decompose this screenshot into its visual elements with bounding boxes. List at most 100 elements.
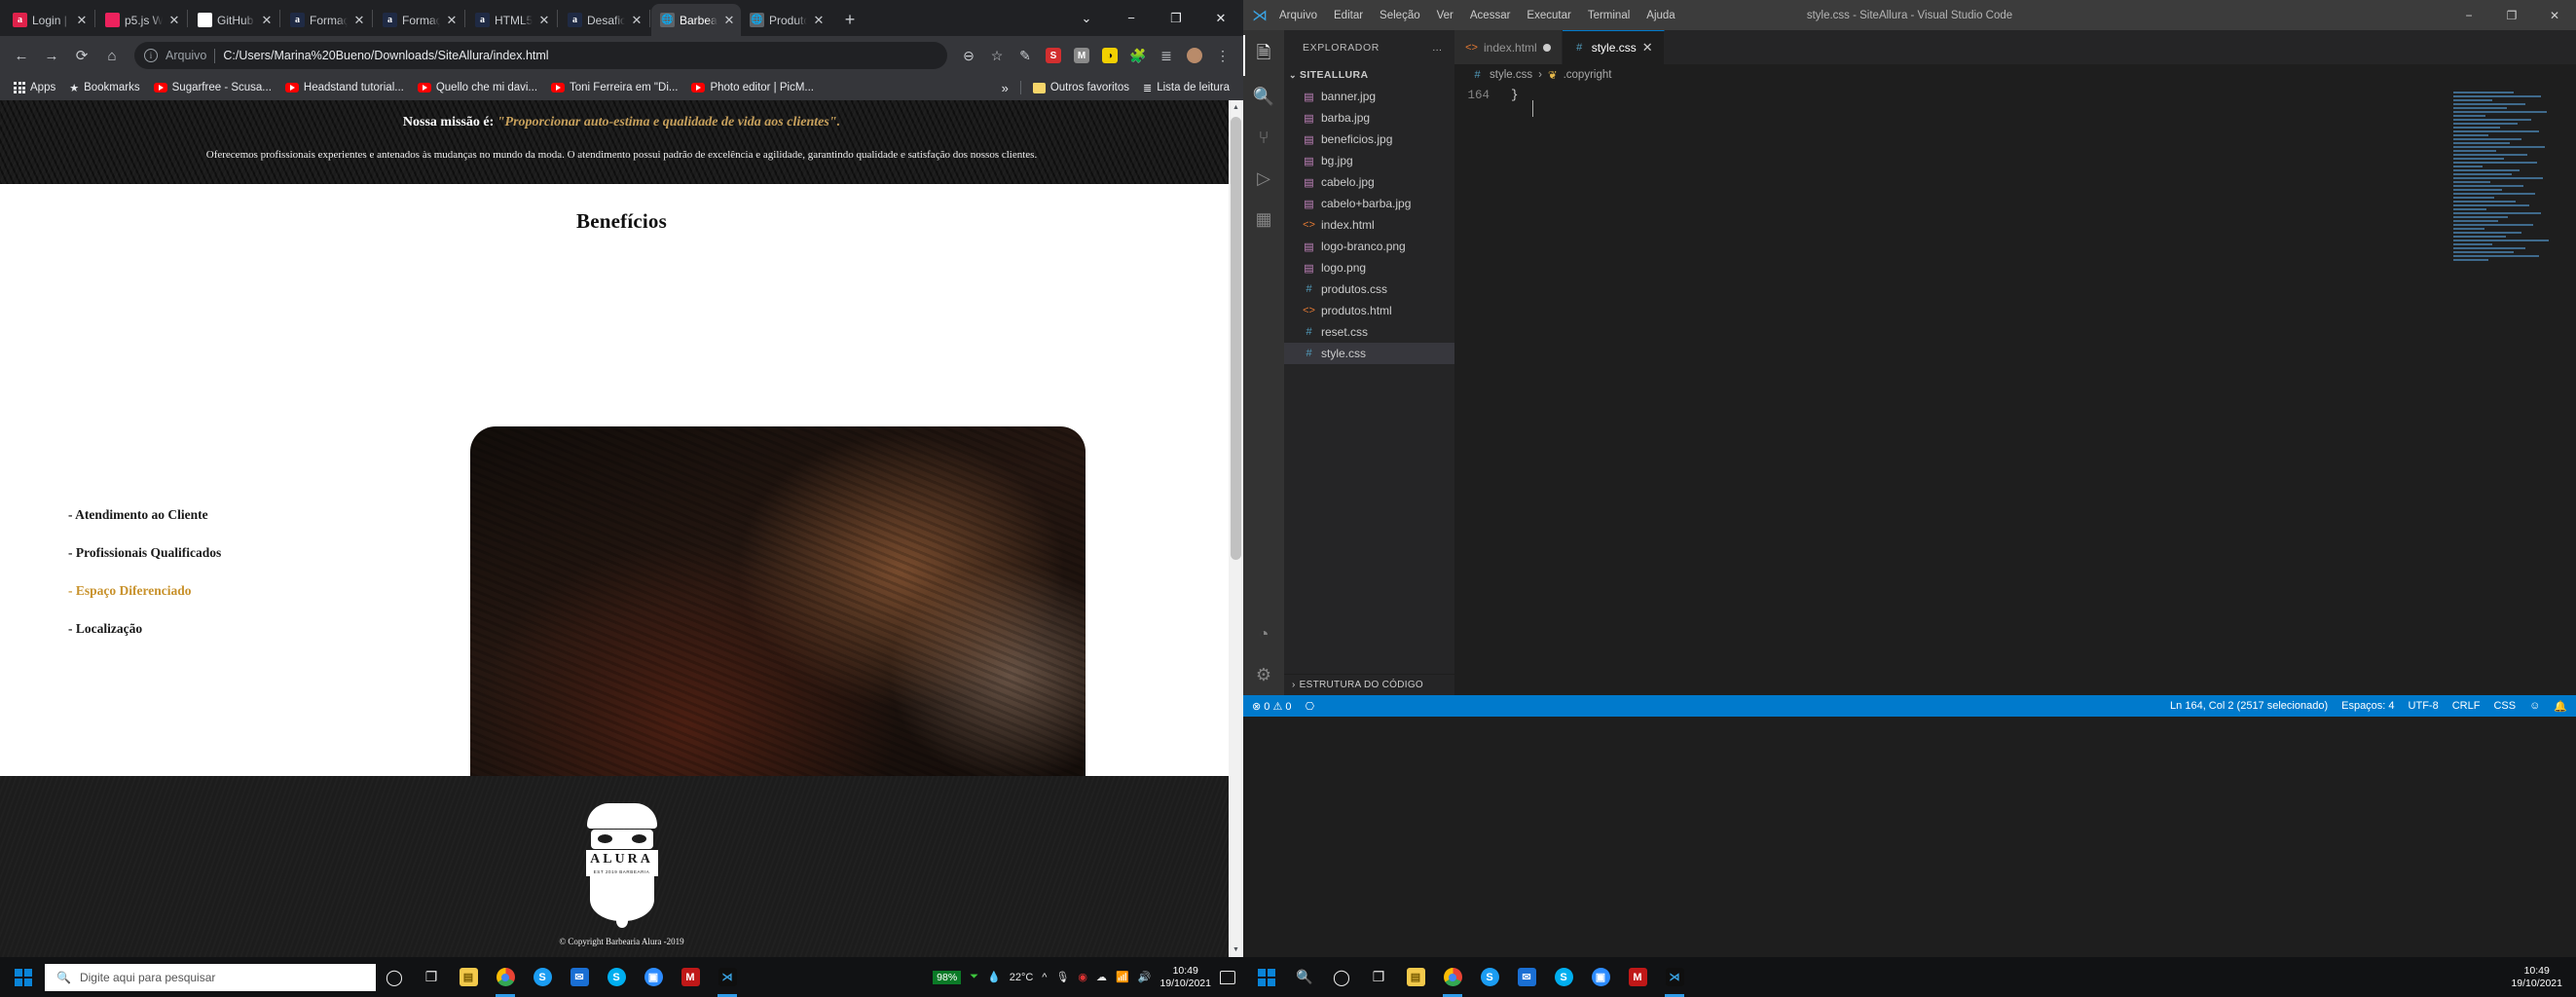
file-banner-jpg[interactable]: ▤ banner.jpg [1284, 86, 1454, 107]
start-button[interactable] [1247, 958, 1286, 997]
indent-setting[interactable]: Espaços: 4 [2341, 700, 2394, 712]
page-scrollbar[interactable]: ▲ ▼ [1229, 100, 1243, 957]
skype-app-icon[interactable]: S [524, 957, 561, 997]
zoom-out-icon[interactable]: ⊖ [956, 43, 981, 68]
extensions-icon[interactable]: ▦ [1243, 199, 1284, 240]
menu-acessar[interactable]: Acessar [1470, 10, 1511, 21]
cursor-position[interactable]: Ln 164, Col 2 (2517 selecionado) [2170, 700, 2328, 712]
reading-list-icon[interactable]: ≣ [1154, 43, 1179, 68]
editor-tab-index-html[interactable]: <> index.html [1454, 30, 1563, 64]
file-cabelo-barba-jpg[interactable]: ▤ cabelo+barba.jpg [1284, 193, 1454, 214]
onedrive-icon[interactable]: ☁ [1096, 971, 1107, 983]
file-explorer-icon[interactable]: ▤ [1397, 957, 1434, 997]
extension-m-icon[interactable]: M [1069, 43, 1094, 68]
file-bg-jpg[interactable]: ▤ bg.jpg [1284, 150, 1454, 171]
cortana-icon[interactable]: ◯ [376, 957, 413, 997]
chevron-up-icon[interactable]: ^ [1042, 972, 1047, 983]
cortana-icon[interactable]: ◯ [1323, 957, 1360, 997]
extension-puzzle-icon[interactable]: 🧩 [1125, 43, 1151, 68]
browser-tab-barbearia[interactable]: 🌐 Barbearia ✕ [651, 4, 741, 36]
extension-s-icon[interactable]: S [1041, 43, 1066, 68]
scrollbar-thumb[interactable] [1231, 117, 1241, 560]
network-icon[interactable]: 📶 [1116, 971, 1129, 983]
task-view-icon[interactable]: ❐ [413, 957, 450, 997]
back-icon[interactable]: ← [8, 42, 35, 69]
search-icon[interactable]: 🔍 [1286, 957, 1323, 997]
extension-yellow-icon[interactable]: ◑ [1097, 43, 1122, 68]
settings-gear-icon[interactable]: ⚙ [1243, 654, 1284, 695]
weather-icon[interactable]: 💧 [987, 971, 1001, 983]
feedback-icon[interactable]: ☺ [2529, 700, 2540, 712]
bookmark-apps[interactable]: Apps [8, 79, 61, 96]
zoom-icon[interactable]: ▣ [1582, 957, 1619, 997]
menu-arquivo[interactable]: Arquivo [1279, 10, 1317, 21]
browser-tab-desafio[interactable]: a Desafio t ✕ [559, 4, 648, 36]
workspace-root-row[interactable]: ⌄ SITEALLURA [1284, 64, 1454, 86]
tab-list-icon[interactable]: ⌄ [1064, 3, 1109, 34]
taskbar-clock[interactable]: 10:49 19/10/2021 [2511, 965, 2576, 990]
bookmarks-overflow-icon[interactable]: » [996, 79, 1014, 97]
file-barba-jpg[interactable]: ▤ barba.jpg [1284, 107, 1454, 129]
skype-icon[interactable]: S [1545, 957, 1582, 997]
browser-tab-formacao-2[interactable]: a Formaçã ✕ [374, 4, 463, 36]
tab-close-icon[interactable]: ✕ [75, 13, 89, 28]
bookmark-quello[interactable]: Quello che mi davi... [412, 79, 543, 96]
tab-close-icon[interactable]: ✕ [352, 13, 366, 28]
mic-icon[interactable]: 🎙 [1055, 971, 1069, 983]
account-icon[interactable]: ◔ [1243, 613, 1284, 654]
new-tab-button[interactable]: + [836, 6, 864, 33]
reload-icon[interactable]: ⟳ [68, 42, 95, 69]
browser-tab-github[interactable]: ◉ GitHub ✕ [189, 4, 278, 36]
source-control-icon[interactable]: ⑂ [1243, 117, 1284, 158]
menu-ver[interactable]: Ver [1437, 10, 1454, 21]
home-icon[interactable]: ⌂ [98, 42, 126, 69]
maximize-button[interactable]: ❐ [1154, 3, 1198, 34]
menu-executar[interactable]: Executar [1527, 10, 1570, 21]
scroll-up-icon[interactable]: ▲ [1229, 100, 1243, 115]
search-icon[interactable]: 🔍 [1243, 76, 1284, 117]
file-logo-png[interactable]: ▤ logo.png [1284, 257, 1454, 278]
minimize-button[interactable]: − [2447, 0, 2490, 30]
explorer-icon[interactable]: 🗎 [1243, 35, 1284, 76]
menu-ajuda[interactable]: Ajuda [1646, 10, 1674, 21]
mail-icon[interactable]: ✉ [561, 957, 598, 997]
battery-icon[interactable]: ⏷ [970, 971, 978, 983]
extension-pen-icon[interactable]: ✎ [1012, 43, 1038, 68]
bookmark-outros-favoritos[interactable]: Outros favoritos [1027, 79, 1135, 96]
file-produtos-css[interactable]: # produtos.css [1284, 278, 1454, 300]
file-logo-branco-png[interactable]: ▤ logo-branco.png [1284, 236, 1454, 257]
language-mode[interactable]: CSS [2493, 700, 2516, 712]
chrome-menu-icon[interactable]: ⋮ [1210, 43, 1235, 68]
zoom-icon[interactable]: ▣ [635, 957, 672, 997]
mcafee-icon[interactable]: M [672, 957, 709, 997]
editor-minimap[interactable] [2447, 86, 2562, 695]
remote-icon[interactable]: ⎔ [1306, 700, 1315, 713]
error-count[interactable]: ⊗ 0 ⚠ 0 [1252, 700, 1292, 713]
bookmark-toni-ferreira[interactable]: Toni Ferreira em "Di... [545, 79, 683, 96]
tab-close-icon[interactable]: ✕ [537, 13, 551, 28]
address-bar[interactable]: i Arquivo C:/Users/Marina%20Bueno/Downlo… [134, 42, 947, 69]
menu-selecao[interactable]: Seleção [1380, 10, 1420, 21]
notification-icon[interactable] [1220, 970, 1235, 984]
tab-close-icon[interactable]: ✕ [167, 13, 181, 28]
editor-tab-style-css[interactable]: # style.css ✕ [1562, 30, 1665, 64]
profile-avatar[interactable] [1182, 43, 1207, 68]
file-cabelo-jpg[interactable]: ▤ cabelo.jpg [1284, 171, 1454, 193]
tab-close-icon[interactable]: ✕ [260, 13, 274, 28]
chrome-icon[interactable] [487, 957, 524, 997]
bookmark-headstand[interactable]: Headstand tutorial... [279, 79, 410, 96]
tab-close-icon[interactable]: ✕ [722, 13, 736, 28]
bookmark-photo-editor[interactable]: Photo editor | PicM... [685, 79, 820, 96]
scroll-down-icon[interactable]: ▼ [1229, 942, 1243, 957]
task-view-icon[interactable]: ❐ [1360, 957, 1397, 997]
page-info-icon[interactable]: i [144, 49, 158, 62]
file-explorer-icon[interactable]: ▤ [450, 957, 487, 997]
bookmark-bookmarks[interactable]: ★ Bookmarks [63, 79, 145, 97]
outline-panel-header[interactable]: › ESTRUTURA DO CÓDIGO [1284, 674, 1454, 695]
menu-terminal[interactable]: Terminal [1588, 10, 1630, 21]
close-button[interactable]: ✕ [2533, 0, 2576, 30]
editor-scrollbar[interactable] [2562, 86, 2576, 695]
forward-icon[interactable]: → [38, 42, 65, 69]
bell-icon[interactable]: 🔔 [2554, 700, 2567, 713]
taskbar-clock[interactable]: 10:49 19/10/2021 [1159, 965, 1211, 990]
